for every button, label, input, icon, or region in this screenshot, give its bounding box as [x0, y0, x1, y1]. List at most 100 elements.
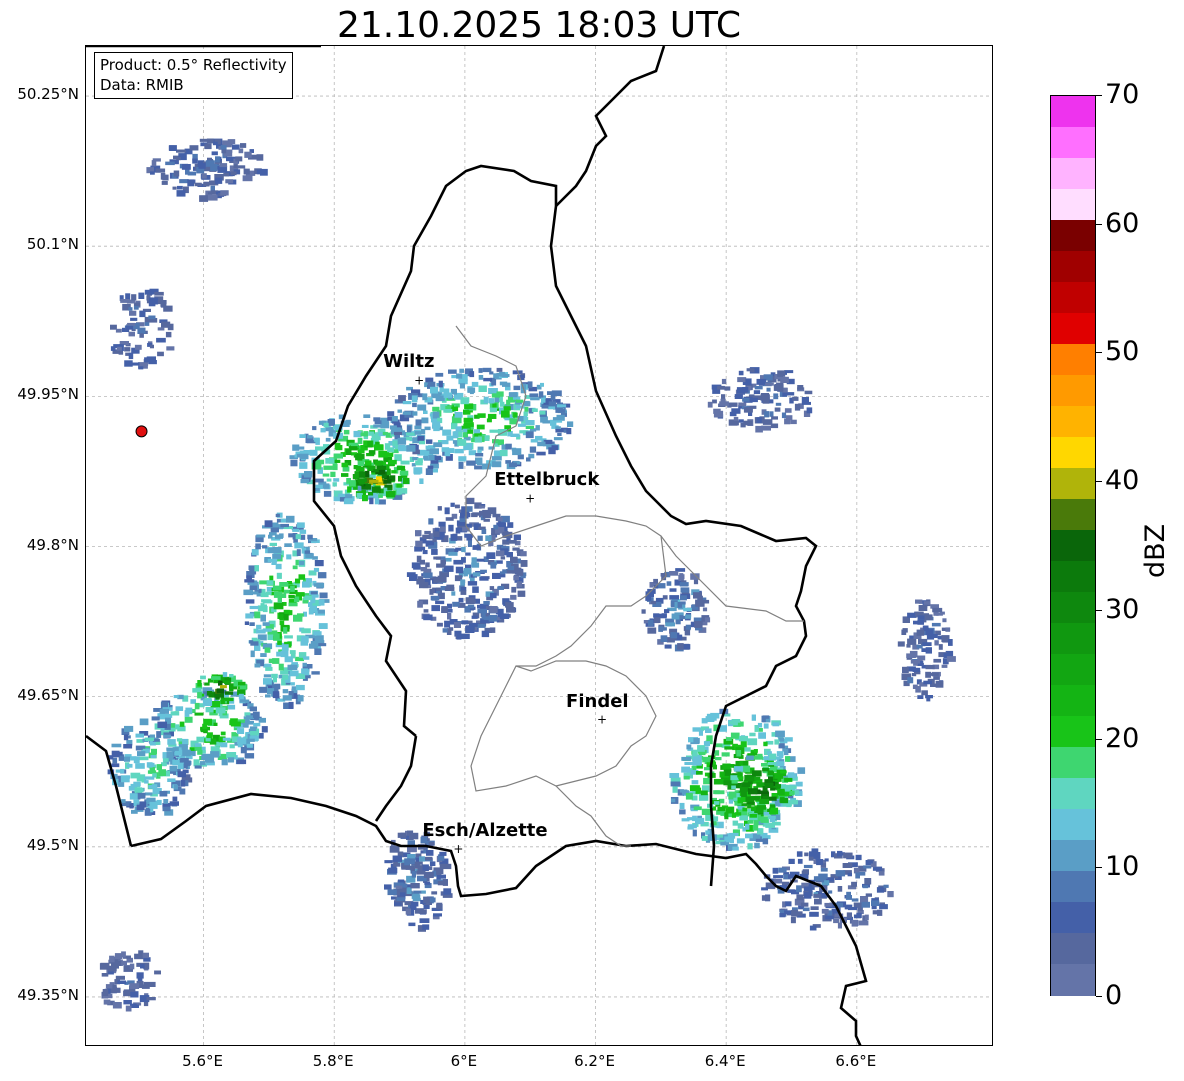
echo-pixel: [731, 785, 736, 790]
echo-pixel: [133, 781, 141, 787]
echo-pixel: [156, 337, 166, 343]
echo-pixel: [743, 420, 753, 426]
echo-pixel: [262, 628, 272, 632]
echo-pixel: [451, 591, 456, 596]
echo-pixel: [814, 898, 822, 905]
echo-pixel: [693, 806, 702, 811]
echo-pixel: [910, 660, 921, 664]
echo-pixel: [700, 790, 708, 796]
echo-pixel: [272, 547, 282, 554]
echo-pixel: [194, 765, 202, 769]
echo-pixel: [178, 744, 188, 748]
echo-pixel: [433, 913, 442, 917]
echo-pixel: [463, 417, 473, 423]
echo-pixel: [465, 597, 475, 604]
colorbar-segment: [1051, 220, 1095, 252]
echo-pixel: [383, 479, 392, 484]
echo-pixel: [371, 486, 381, 493]
echo-pixel: [801, 401, 811, 405]
colorbar-segment: [1051, 964, 1095, 996]
echo-pixel: [476, 624, 486, 628]
echo-pixel: [225, 179, 234, 184]
echo-pixel: [431, 891, 438, 895]
echo-pixel: [517, 590, 526, 597]
echo-pixel: [864, 914, 869, 921]
echo-pixel: [155, 168, 166, 173]
echo-pixel: [205, 707, 214, 713]
echo-pixel: [917, 655, 926, 661]
echo-pixel: [406, 425, 412, 433]
echo-pixel: [911, 673, 917, 677]
echo-pixel: [455, 566, 464, 574]
echo-pixel: [253, 722, 261, 727]
echo-pixel: [861, 901, 870, 908]
echo-pixel: [404, 858, 410, 866]
echo-pixel: [422, 534, 431, 539]
echo-pixel: [747, 788, 758, 795]
echo-pixel: [478, 368, 483, 373]
echo-pixel: [487, 413, 497, 419]
echo-pixel: [446, 584, 455, 590]
echo-pixel: [481, 528, 487, 534]
echo-pixel: [378, 499, 386, 505]
echo-pixel: [771, 416, 778, 420]
echo-pixel: [246, 743, 253, 748]
echo-pixel: [671, 798, 676, 803]
echo-pixel: [732, 846, 739, 851]
echo-pixel: [731, 408, 741, 414]
echo-pixel: [346, 449, 352, 455]
echo-pixel: [428, 545, 437, 549]
echo-pixel: [314, 648, 322, 655]
echo-pixel: [424, 426, 431, 431]
echo-pixel: [686, 744, 692, 750]
echo-pixel: [163, 734, 172, 738]
echo-pixel: [224, 677, 232, 681]
echo-pixel: [422, 550, 428, 555]
echo-pixel: [215, 707, 226, 714]
city-marker: +: [414, 373, 424, 387]
echo-pixel: [780, 376, 789, 383]
echo-pixel: [737, 377, 747, 383]
echo-pixel: [433, 442, 443, 448]
echo-pixel: [488, 614, 498, 622]
echo-pixel: [871, 900, 880, 906]
echo-pixel: [907, 612, 917, 618]
echo-pixel: [717, 806, 726, 812]
echo-pixel: [402, 477, 410, 484]
echo-pixel: [912, 667, 921, 673]
colorbar-segment: [1051, 561, 1095, 593]
colorbar-segment: [1051, 127, 1095, 159]
echo-pixel: [388, 867, 398, 874]
echo-pixel: [206, 732, 213, 737]
echo-pixel: [111, 743, 122, 748]
echo-pixel: [444, 620, 451, 628]
echo-pixel: [802, 869, 809, 875]
echo-pixel: [476, 424, 485, 430]
echo-pixel: [317, 643, 327, 647]
echo-pixel: [473, 429, 480, 434]
echo-pixel: [399, 470, 409, 476]
echo-pixel: [788, 874, 794, 879]
echo-pixel: [916, 629, 925, 636]
echo-pixel: [555, 429, 562, 433]
echo-pixel: [273, 602, 284, 610]
echo-pixel: [294, 542, 304, 549]
echo-pixel: [282, 689, 289, 694]
echo-pixel: [676, 634, 683, 640]
echo-pixel: [753, 755, 763, 760]
echo-pixel: [139, 310, 146, 318]
echo-pixel: [824, 880, 830, 886]
echo-pixel: [762, 838, 769, 845]
echo-pixel: [415, 857, 420, 863]
echo-pixel: [918, 605, 928, 611]
echo-pixel: [129, 983, 140, 989]
echo-pixel: [148, 297, 159, 305]
echo-pixel: [804, 852, 809, 857]
echo-pixel: [283, 589, 290, 594]
echo-pixel: [222, 672, 228, 678]
echo-pixel: [758, 732, 766, 739]
echo-pixel: [876, 887, 885, 893]
echo-pixel: [271, 673, 278, 678]
echo-pixel: [948, 639, 953, 646]
echo-pixel: [355, 466, 365, 472]
